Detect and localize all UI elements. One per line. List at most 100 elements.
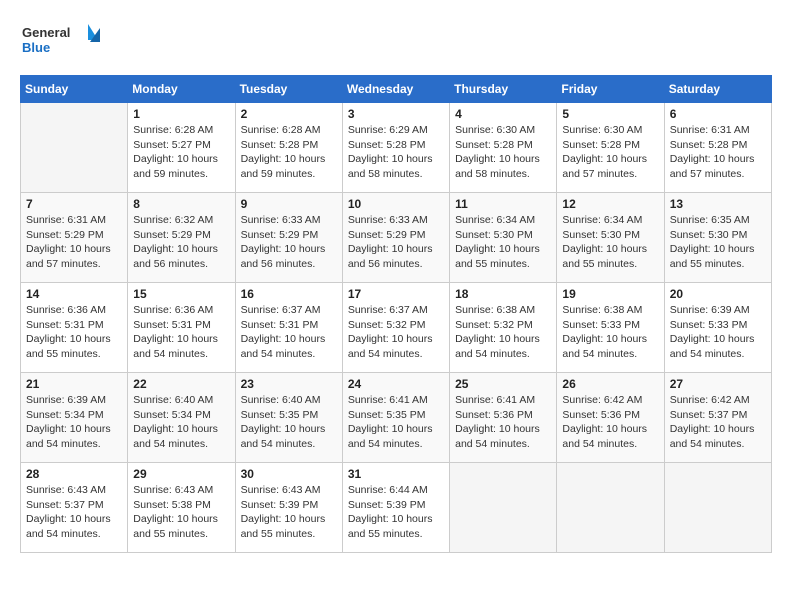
day-info: Sunrise: 6:40 AM Sunset: 5:35 PM Dayligh… [241, 393, 337, 452]
day-info: Sunrise: 6:38 AM Sunset: 5:33 PM Dayligh… [562, 303, 658, 362]
col-header-sunday: Sunday [21, 76, 128, 103]
day-number: 28 [26, 467, 122, 481]
header-row: SundayMondayTuesdayWednesdayThursdayFrid… [21, 76, 772, 103]
day-number: 27 [670, 377, 766, 391]
day-number: 14 [26, 287, 122, 301]
day-number: 18 [455, 287, 551, 301]
day-cell [21, 103, 128, 193]
col-header-saturday: Saturday [664, 76, 771, 103]
day-number: 3 [348, 107, 444, 121]
day-cell: 25Sunrise: 6:41 AM Sunset: 5:36 PM Dayli… [450, 373, 557, 463]
day-number: 11 [455, 197, 551, 211]
logo-svg: General Blue [20, 20, 100, 65]
day-info: Sunrise: 6:37 AM Sunset: 5:31 PM Dayligh… [241, 303, 337, 362]
day-cell: 11Sunrise: 6:34 AM Sunset: 5:30 PM Dayli… [450, 193, 557, 283]
day-number: 23 [241, 377, 337, 391]
day-number: 12 [562, 197, 658, 211]
day-cell: 12 Sunrise: 6:34 AM Sunset: 5:30 PM Dayli… [557, 193, 664, 283]
week-row-5: 28 Sunrise: 6:43 AM Sunset: 5:37 PM Dayli… [21, 463, 772, 553]
day-info: Sunrise: 6:42 AM Sunset: 5:37 PM Dayligh… [670, 393, 766, 452]
day-number: 10 [348, 197, 444, 211]
day-info: Sunrise: 6:40 AM Sunset: 5:34 PM Dayligh… [133, 393, 229, 452]
logo: General Blue [20, 20, 100, 65]
day-info: Sunrise: 6:33 AM Sunset: 5:29 PM Dayligh… [241, 213, 337, 272]
day-number: 29 [133, 467, 229, 481]
day-info: Sunrise: 6:42 AM Sunset: 5:36 PM Dayligh… [562, 393, 658, 452]
day-info: Sunrise: 6:36 AM Sunset: 5:31 PM Dayligh… [26, 303, 122, 362]
calendar-header: SundayMondayTuesdayWednesdayThursdayFrid… [21, 76, 772, 103]
day-cell: 10 Sunrise: 6:33 AM Sunset: 5:29 PM Dayli… [342, 193, 449, 283]
day-cell: 21Sunrise: 6:39 AM Sunset: 5:34 PM Dayli… [21, 373, 128, 463]
day-info: Sunrise: 6:32 AM Sunset: 5:29 PM Dayligh… [133, 213, 229, 272]
calendar-body: 1 Sunrise: 6:28 AM Sunset: 5:27 PM Daylig… [21, 103, 772, 553]
day-info: Sunrise: 6:37 AM Sunset: 5:32 PM Dayligh… [348, 303, 444, 362]
day-number: 30 [241, 467, 337, 481]
page-header: General Blue [20, 20, 772, 65]
day-info: Sunrise: 6:43 AM Sunset: 5:39 PM Dayligh… [241, 483, 337, 542]
day-cell [664, 463, 771, 553]
day-cell: 7 Sunrise: 6:31 AM Sunset: 5:29 PM Daylig… [21, 193, 128, 283]
day-number: 17 [348, 287, 444, 301]
day-number: 26 [562, 377, 658, 391]
day-cell: 6 Sunrise: 6:31 AM Sunset: 5:28 PM Daylig… [664, 103, 771, 193]
day-cell: 9Sunrise: 6:33 AM Sunset: 5:29 PM Daylig… [235, 193, 342, 283]
week-row-1: 1 Sunrise: 6:28 AM Sunset: 5:27 PM Daylig… [21, 103, 772, 193]
day-number: 24 [348, 377, 444, 391]
day-cell: 1 Sunrise: 6:28 AM Sunset: 5:27 PM Daylig… [128, 103, 235, 193]
day-info: Sunrise: 6:28 AM Sunset: 5:27 PM Dayligh… [133, 123, 229, 182]
day-cell: 29 Sunrise: 6:43 AM Sunset: 5:38 PM Dayli… [128, 463, 235, 553]
day-number: 13 [670, 197, 766, 211]
day-cell: 13Sunrise: 6:35 AM Sunset: 5:30 PM Dayli… [664, 193, 771, 283]
day-number: 21 [26, 377, 122, 391]
col-header-wednesday: Wednesday [342, 76, 449, 103]
day-number: 1 [133, 107, 229, 121]
day-number: 19 [562, 287, 658, 301]
day-number: 31 [348, 467, 444, 481]
day-number: 7 [26, 197, 122, 211]
day-cell: 24 Sunrise: 6:41 AM Sunset: 5:35 PM Dayli… [342, 373, 449, 463]
day-cell: 19 Sunrise: 6:38 AM Sunset: 5:33 PM Dayli… [557, 283, 664, 373]
day-cell: 23 Sunrise: 6:40 AM Sunset: 5:35 PM Dayli… [235, 373, 342, 463]
svg-text:General: General [22, 25, 70, 40]
day-cell: 22 Sunrise: 6:40 AM Sunset: 5:34 PM Dayli… [128, 373, 235, 463]
day-info: Sunrise: 6:34 AM Sunset: 5:30 PM Dayligh… [562, 213, 658, 272]
day-info: Sunrise: 6:31 AM Sunset: 5:29 PM Dayligh… [26, 213, 122, 272]
day-info: Sunrise: 6:43 AM Sunset: 5:37 PM Dayligh… [26, 483, 122, 542]
day-number: 22 [133, 377, 229, 391]
day-info: Sunrise: 6:30 AM Sunset: 5:28 PM Dayligh… [455, 123, 551, 182]
day-cell: 28 Sunrise: 6:43 AM Sunset: 5:37 PM Dayli… [21, 463, 128, 553]
week-row-2: 7 Sunrise: 6:31 AM Sunset: 5:29 PM Daylig… [21, 193, 772, 283]
day-number: 25 [455, 377, 551, 391]
day-cell: 27 Sunrise: 6:42 AM Sunset: 5:37 PM Dayli… [664, 373, 771, 463]
day-number: 15 [133, 287, 229, 301]
day-info: Sunrise: 6:29 AM Sunset: 5:28 PM Dayligh… [348, 123, 444, 182]
day-cell: 20Sunrise: 6:39 AM Sunset: 5:33 PM Dayli… [664, 283, 771, 373]
day-number: 8 [133, 197, 229, 211]
day-cell: 14 Sunrise: 6:36 AM Sunset: 5:31 PM Dayli… [21, 283, 128, 373]
day-info: Sunrise: 6:43 AM Sunset: 5:38 PM Dayligh… [133, 483, 229, 542]
day-cell: 2Sunrise: 6:28 AM Sunset: 5:28 PM Daylig… [235, 103, 342, 193]
day-info: Sunrise: 6:38 AM Sunset: 5:32 PM Dayligh… [455, 303, 551, 362]
day-cell: 8 Sunrise: 6:32 AM Sunset: 5:29 PM Daylig… [128, 193, 235, 283]
day-info: Sunrise: 6:31 AM Sunset: 5:28 PM Dayligh… [670, 123, 766, 182]
day-cell: 17 Sunrise: 6:37 AM Sunset: 5:32 PM Dayli… [342, 283, 449, 373]
day-cell: 4 Sunrise: 6:30 AM Sunset: 5:28 PM Daylig… [450, 103, 557, 193]
day-cell: 18 Sunrise: 6:38 AM Sunset: 5:32 PM Dayli… [450, 283, 557, 373]
day-info: Sunrise: 6:33 AM Sunset: 5:29 PM Dayligh… [348, 213, 444, 272]
day-info: Sunrise: 6:36 AM Sunset: 5:31 PM Dayligh… [133, 303, 229, 362]
day-number: 5 [562, 107, 658, 121]
day-cell: 31 Sunrise: 6:44 AM Sunset: 5:39 PM Dayli… [342, 463, 449, 553]
day-info: Sunrise: 6:41 AM Sunset: 5:35 PM Dayligh… [348, 393, 444, 452]
day-number: 16 [241, 287, 337, 301]
day-info: Sunrise: 6:44 AM Sunset: 5:39 PM Dayligh… [348, 483, 444, 542]
calendar-table: SundayMondayTuesdayWednesdayThursdayFrid… [20, 75, 772, 553]
week-row-3: 14 Sunrise: 6:36 AM Sunset: 5:31 PM Dayli… [21, 283, 772, 373]
week-row-4: 21Sunrise: 6:39 AM Sunset: 5:34 PM Dayli… [21, 373, 772, 463]
day-number: 4 [455, 107, 551, 121]
day-number: 20 [670, 287, 766, 301]
day-number: 6 [670, 107, 766, 121]
day-cell: 3 Sunrise: 6:29 AM Sunset: 5:28 PM Daylig… [342, 103, 449, 193]
col-header-thursday: Thursday [450, 76, 557, 103]
col-header-tuesday: Tuesday [235, 76, 342, 103]
day-cell: 30 Sunrise: 6:43 AM Sunset: 5:39 PM Dayli… [235, 463, 342, 553]
